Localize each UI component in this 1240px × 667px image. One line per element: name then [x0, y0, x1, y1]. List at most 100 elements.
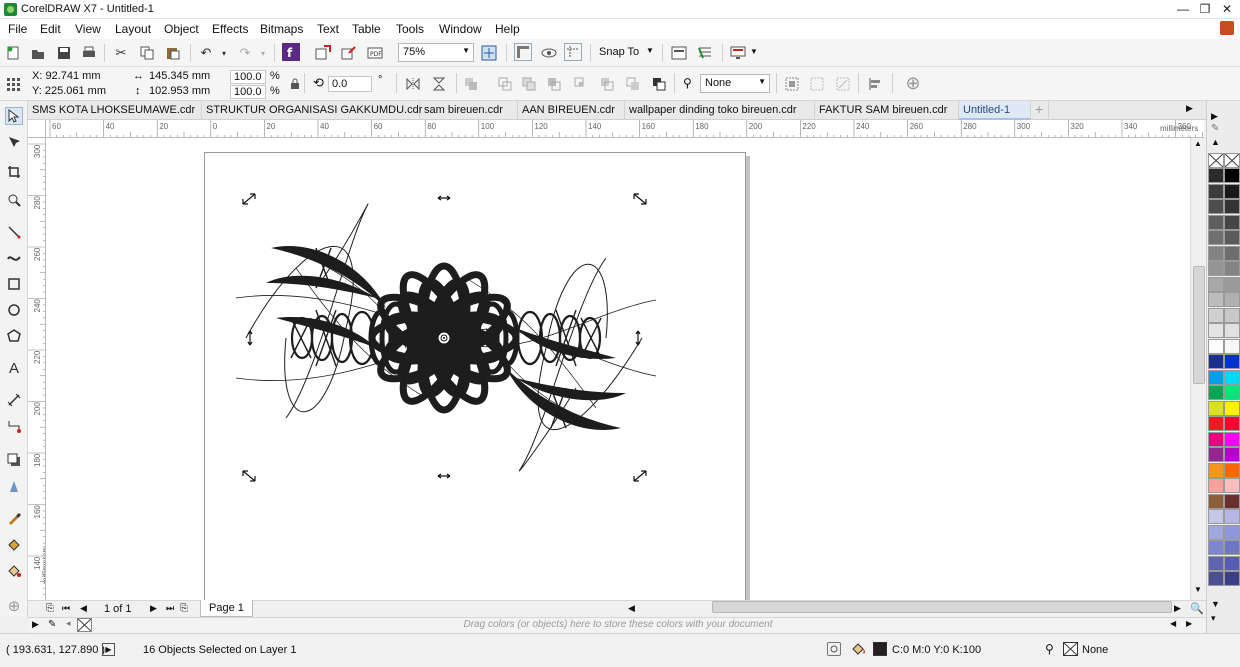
color-swatch[interactable]: [1224, 555, 1240, 571]
first-page-icon[interactable]: ⏮: [62, 603, 70, 614]
drawing-canvas[interactable]: [46, 138, 1190, 600]
color-swatch[interactable]: [1208, 245, 1224, 261]
user-account-icon[interactable]: [1220, 21, 1234, 35]
color-swatch[interactable]: [1208, 416, 1224, 431]
intersect-icon[interactable]: [572, 75, 590, 93]
color-swatch[interactable]: [1208, 183, 1224, 199]
ruler-origin[interactable]: [28, 120, 46, 138]
next-page-icon[interactable]: ▶: [150, 603, 157, 614]
options-icon[interactable]: [670, 44, 688, 62]
add-tool-icon[interactable]: ⊕: [5, 597, 23, 615]
save-icon[interactable]: [55, 44, 73, 62]
copy-icon[interactable]: [138, 44, 156, 62]
document-palette-arrow-icon[interactable]: ▶: [32, 619, 39, 630]
dock-scroll-right-icon[interactable]: ▶: [1186, 619, 1192, 628]
color-swatch[interactable]: [1208, 493, 1224, 509]
vertical-scroll-thumb[interactable]: [1193, 266, 1205, 384]
scroll-tabs-right-icon[interactable]: ▶: [1186, 103, 1193, 114]
tab-struktur-organisasi-gakkumdu[interactable]: STRUKTUR ORGANISASI GAKKUMDU.cdr: [202, 101, 422, 120]
rectangle-tool-icon[interactable]: [5, 275, 23, 293]
color-swatch[interactable]: [1224, 431, 1240, 447]
search-content-icon[interactable]: f: [282, 43, 300, 61]
menu-text[interactable]: Text: [317, 22, 339, 36]
status-play-icon[interactable]: ▶: [102, 643, 115, 656]
color-swatch[interactable]: [1224, 261, 1240, 276]
parallel-dimension-tool-icon[interactable]: [5, 391, 23, 409]
page-tab-page-1[interactable]: Page 1: [200, 600, 253, 617]
menu-window[interactable]: Window: [439, 22, 482, 36]
color-swatch[interactable]: [1208, 385, 1224, 400]
y-position-field[interactable]: Y: 225.061 mm: [29, 85, 117, 99]
open-icon[interactable]: [29, 44, 47, 62]
color-swatch[interactable]: [1208, 323, 1224, 338]
color-eyedropper-tool-icon[interactable]: [5, 509, 23, 527]
freehand-tool-icon[interactable]: [5, 223, 23, 241]
menu-view[interactable]: View: [75, 22, 101, 36]
no-fill-swatch[interactable]: [1208, 153, 1224, 168]
color-swatch[interactable]: [1224, 245, 1240, 261]
palette-flyout-icon[interactable]: ▾: [1211, 613, 1216, 624]
cut-icon[interactable]: ✂: [112, 44, 130, 62]
tab-faktur-sam-bireuen[interactable]: FAKTUR SAM bireuen.cdr: [815, 101, 959, 120]
connector-tool-icon[interactable]: [5, 417, 23, 435]
snap-to-dropdown-icon[interactable]: ▼: [646, 46, 654, 55]
color-swatch[interactable]: [1224, 447, 1240, 462]
menu-object[interactable]: Object: [164, 22, 199, 36]
vertical-ruler[interactable]: 300 280 260 240 220 200 180 160 140 millimeters: [28, 138, 46, 600]
tab-sms-kota-lhokseumawe[interactable]: SMS KOTA LHOKSEUMAWE.cdr: [28, 101, 202, 120]
add-tab-button[interactable]: +: [1031, 101, 1049, 120]
scale-x-field[interactable]: 100.0: [230, 70, 266, 84]
color-swatch[interactable]: [1208, 400, 1224, 416]
show-grid-icon[interactable]: [540, 44, 558, 62]
menu-help[interactable]: Help: [495, 22, 520, 36]
color-swatch[interactable]: [1208, 555, 1224, 571]
tab-sam-bireuen[interactable]: sam bireuen.cdr: [420, 101, 518, 120]
align-distribute-icon[interactable]: [866, 75, 884, 93]
redo-dropdown-icon[interactable]: ▾: [254, 44, 272, 62]
front-minus-back-icon[interactable]: [624, 75, 642, 93]
document-palette-eyedropper-icon[interactable]: ✎: [48, 619, 56, 630]
document-palette-none-swatch[interactable]: [77, 618, 92, 632]
show-guidelines-icon[interactable]: [564, 43, 582, 61]
to-front-icon[interactable]: [783, 75, 801, 93]
color-swatch[interactable]: [1208, 230, 1224, 245]
color-swatch[interactable]: [1224, 571, 1240, 586]
color-swatch[interactable]: [1208, 447, 1224, 462]
undo-dropdown-icon[interactable]: ▾: [215, 44, 233, 62]
color-swatch[interactable]: [1208, 292, 1224, 307]
horizontal-ruler[interactable]: 60 40 20 0 20 40 60 80 100 120 140 160 180 200 220 240 2…: [46, 120, 1204, 138]
artistic-media-tool-icon[interactable]: [5, 249, 23, 267]
tab-aan-bireuen[interactable]: AAN BIREUEN.cdr: [518, 101, 625, 120]
rotation-angle-field[interactable]: 0.0: [328, 76, 372, 92]
horizontal-scroll-thumb[interactable]: [712, 601, 1172, 613]
color-swatch[interactable]: [1224, 509, 1240, 524]
color-swatch[interactable]: [1224, 323, 1240, 338]
dock-scroll-left-icon[interactable]: ◀: [1170, 619, 1176, 628]
snap-to-label[interactable]: Snap To: [599, 46, 639, 58]
restore-button[interactable]: ❐: [1194, 1, 1216, 17]
vertical-scrollbar[interactable]: ▲ ▼: [1190, 138, 1206, 600]
color-proofing-icon[interactable]: [827, 642, 841, 656]
color-swatch[interactable]: [1224, 183, 1240, 199]
menu-table[interactable]: Table: [352, 22, 381, 36]
drop-shadow-tool-icon[interactable]: [5, 451, 23, 469]
insert-page-after-icon[interactable]: ⎘: [180, 603, 188, 614]
shape-tool-icon[interactable]: [5, 133, 23, 151]
full-screen-icon[interactable]: [480, 44, 498, 62]
text-tool-icon[interactable]: A: [5, 359, 23, 377]
scroll-down-icon[interactable]: ▼: [1194, 585, 1202, 594]
color-swatch[interactable]: [1208, 478, 1224, 493]
color-swatch[interactable]: [1224, 214, 1240, 230]
back-minus-front-icon[interactable]: [650, 75, 668, 93]
scroll-left-icon[interactable]: ◀: [628, 603, 635, 614]
export-icon[interactable]: [340, 44, 358, 62]
show-rulers-icon[interactable]: [514, 43, 532, 61]
color-swatch[interactable]: [1224, 400, 1240, 416]
insert-page-before-icon[interactable]: ⎘: [46, 603, 54, 614]
zoom-navigator-icon[interactable]: 🔍: [1190, 602, 1204, 615]
palette-scroll-right-icon[interactable]: ▶: [1211, 111, 1218, 122]
weld-icon[interactable]: [520, 75, 538, 93]
color-swatch[interactable]: [1208, 462, 1224, 478]
quick-customize-icon[interactable]: ⊕: [904, 73, 922, 93]
last-page-icon[interactable]: ⏭: [166, 603, 174, 614]
